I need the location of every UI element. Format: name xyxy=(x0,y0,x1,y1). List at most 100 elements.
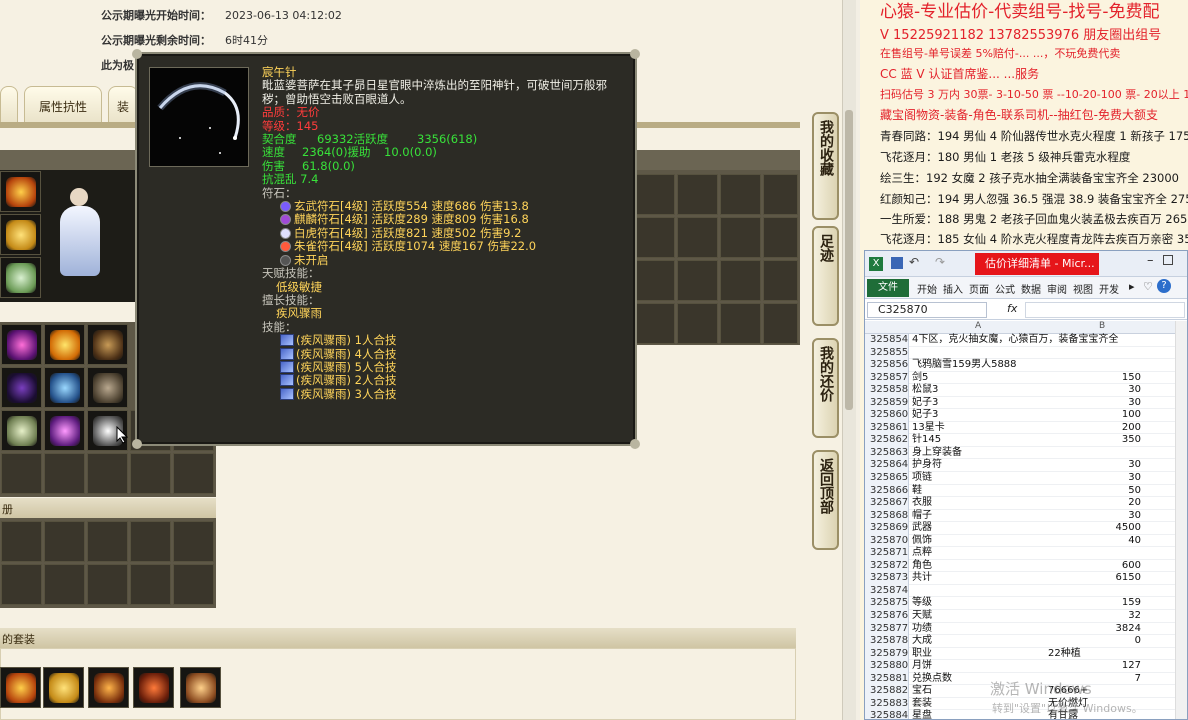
file-tab[interactable]: 文件 xyxy=(867,279,909,297)
sheet-row[interactable]: 325866 鞋 50 xyxy=(865,484,1187,498)
cell-b[interactable]: 150 xyxy=(1047,372,1141,385)
sheet-row[interactable]: 325876 天赋 32 xyxy=(865,610,1187,623)
bag-slot[interactable] xyxy=(173,453,214,494)
page-scrollbar-thumb[interactable] xyxy=(845,110,853,410)
sheet-row[interactable]: 325865 项链 30 xyxy=(865,472,1187,485)
storage-slot[interactable] xyxy=(677,260,718,301)
bag-slot[interactable] xyxy=(1,410,42,451)
cell-b[interactable]: 0 xyxy=(1047,635,1141,648)
sheet-row[interactable]: 325862 针145 350 xyxy=(865,434,1187,447)
sheet-row[interactable]: 325870 佩饰 40 xyxy=(865,534,1187,548)
row-number[interactable]: 325869 xyxy=(865,522,909,535)
storage-slot[interactable] xyxy=(634,303,675,344)
cell-a[interactable]: 4下区，克火抽女魔，心猿百万，装备宝宝齐全 xyxy=(912,334,1118,347)
row-number[interactable]: 325858 xyxy=(865,384,909,397)
tab-equipment[interactable]: 装 xyxy=(108,86,138,124)
bag-slot[interactable] xyxy=(44,453,85,494)
album-slot[interactable] xyxy=(173,564,214,605)
suit-slot[interactable] xyxy=(88,667,129,708)
my-bargain-button[interactable]: 我的还价 xyxy=(812,338,839,438)
row-number[interactable]: 325862 xyxy=(865,434,909,447)
row-number[interactable]: 325879 xyxy=(865,647,909,661)
ribbon-tab[interactable]: 开始 xyxy=(917,281,937,296)
row-number[interactable]: 325857 xyxy=(865,371,909,385)
album-slot[interactable] xyxy=(44,564,85,605)
bag-slot[interactable] xyxy=(44,324,85,365)
album-slot[interactable] xyxy=(87,521,128,562)
cell-b[interactable]: 32 xyxy=(1047,610,1141,623)
sheet-row[interactable]: 325873 共计 6150 xyxy=(865,572,1187,585)
album-slot[interactable] xyxy=(130,521,171,562)
bag-slot[interactable] xyxy=(87,367,128,408)
storage-slot[interactable] xyxy=(720,217,761,258)
row-number[interactable]: 325861 xyxy=(865,421,909,435)
row-number[interactable]: 325866 xyxy=(865,484,909,498)
sheet-row[interactable]: 325878 大成 0 xyxy=(865,635,1187,648)
storage-slot[interactable] xyxy=(763,217,798,258)
row-number[interactable]: 325870 xyxy=(865,534,909,548)
suit-slot[interactable] xyxy=(43,667,84,708)
ribbon-tab[interactable]: 插入 xyxy=(943,281,963,296)
cell-b[interactable]: 350 xyxy=(1047,434,1141,447)
equip-slot[interactable] xyxy=(0,257,41,298)
cell-b[interactable]: 30 xyxy=(1047,510,1141,523)
cell-b[interactable]: 4500 xyxy=(1047,522,1141,535)
storage-slot[interactable] xyxy=(677,174,718,215)
bag-slot[interactable] xyxy=(130,453,171,494)
storage-slot[interactable] xyxy=(720,174,761,215)
bag-slot[interactable] xyxy=(44,367,85,408)
ribbon-tab[interactable]: 审阅 xyxy=(1047,281,1067,296)
bag-slot[interactable] xyxy=(87,453,128,494)
sheet-row[interactable]: 325855 xyxy=(865,346,1187,360)
sheet-row[interactable]: 325857 剑5 150 xyxy=(865,371,1187,385)
row-number[interactable]: 325855 xyxy=(865,346,909,360)
sheet-row[interactable]: 325867 衣服 20 xyxy=(865,497,1187,510)
cell-b[interactable]: 3824 xyxy=(1047,623,1141,636)
sheet-row[interactable]: 325880 月饼 127 xyxy=(865,660,1187,673)
row-number[interactable]: 325860 xyxy=(865,409,909,422)
storage-slot[interactable] xyxy=(720,303,761,344)
footprint-button[interactable]: 足迹 xyxy=(812,226,839,326)
redo-icon[interactable]: ↷ xyxy=(935,255,945,269)
row-number[interactable]: 325884 xyxy=(865,710,909,719)
sheet-grid[interactable]: 325854 4下区，克火抽女魔，心猿百万，装备宝宝齐全 325855 325856 飞… xyxy=(865,334,1187,719)
row-number[interactable]: 325854 xyxy=(865,334,909,347)
tab-left-edge[interactable] xyxy=(0,86,18,124)
ribbon-scroll-icon[interactable]: ▸ xyxy=(1129,280,1135,293)
equip-slot[interactable] xyxy=(0,171,41,212)
ribbon-tab[interactable]: 数据 xyxy=(1021,281,1041,296)
storage-slot[interactable] xyxy=(720,260,761,301)
bag-slot[interactable] xyxy=(87,324,128,365)
suit-slot[interactable] xyxy=(0,667,41,708)
sheet-row[interactable]: 325859 妃子3 30 xyxy=(865,396,1187,410)
row-number[interactable]: 325868 xyxy=(865,509,909,523)
heart-icon[interactable]: ♡ xyxy=(1143,280,1153,293)
help-icon[interactable]: ? xyxy=(1157,279,1171,293)
row-number[interactable]: 325871 xyxy=(865,547,909,560)
sheet-row[interactable]: 325858 松鼠3 30 xyxy=(865,384,1187,397)
sheet-scrollbar[interactable] xyxy=(1175,321,1187,719)
row-number[interactable]: 325881 xyxy=(865,672,909,686)
album-slot[interactable] xyxy=(1,564,42,605)
cell-b[interactable]: 40 xyxy=(1047,535,1141,548)
cell-b[interactable]: 600 xyxy=(1047,560,1141,573)
album-slot[interactable] xyxy=(173,521,214,562)
sheet-row[interactable]: 325872 角色 600 xyxy=(865,559,1187,573)
cell-b[interactable]: 159 xyxy=(1047,597,1141,610)
save-icon[interactable] xyxy=(891,257,903,269)
storage-slot[interactable] xyxy=(677,217,718,258)
album-slot[interactable] xyxy=(44,521,85,562)
ribbon-tab[interactable]: 开发 xyxy=(1099,281,1119,296)
cell-b[interactable]: 30 xyxy=(1047,384,1141,397)
back-to-top-button[interactable]: 返回顶部 xyxy=(812,450,839,550)
bag-slot[interactable] xyxy=(1,367,42,408)
row-number[interactable]: 325873 xyxy=(865,572,909,585)
tab-attributes[interactable]: 属性抗性 xyxy=(24,86,102,124)
row-number[interactable]: 325882 xyxy=(865,685,909,698)
bag-slot[interactable] xyxy=(1,453,42,494)
cell-a[interactable]: 飞鸦脑雪159男人5888 xyxy=(912,359,1112,372)
row-number[interactable]: 325864 xyxy=(865,459,909,472)
cell-b[interactable]: 200 xyxy=(1047,422,1141,435)
storage-slot[interactable] xyxy=(763,260,798,301)
storage-slot[interactable] xyxy=(763,174,798,215)
